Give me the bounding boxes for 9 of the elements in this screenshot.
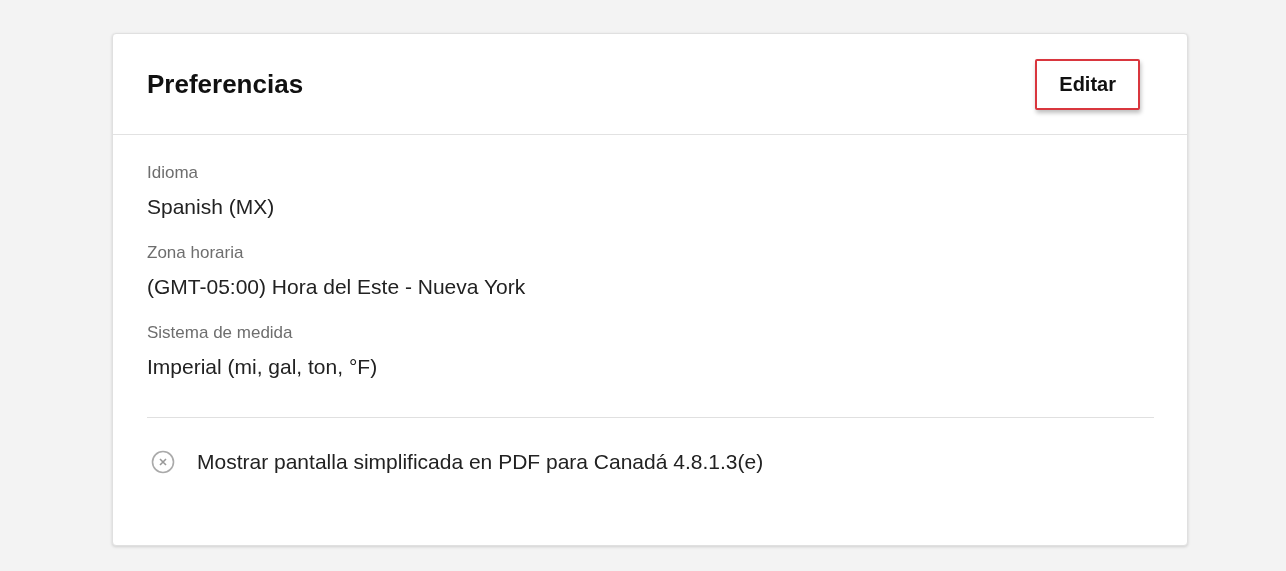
option-text: Mostrar pantalla simplificada en PDF para Canadá 4.8.1.3(e) [197,450,764,474]
card-title: Preferencias [147,68,304,100]
field-value: Spanish (MX) [147,195,276,219]
field-label: Idioma [147,163,200,183]
field-label: Zona horaria [147,243,245,263]
field-label: Sistema de medida [147,323,294,343]
edit-button[interactable]: Editar [1035,58,1140,110]
field-value: Imperial (mi, gal, ton, °F) [147,355,379,379]
field-value: (GMT-05:00) Hora del Este - Nueva York [147,275,527,299]
